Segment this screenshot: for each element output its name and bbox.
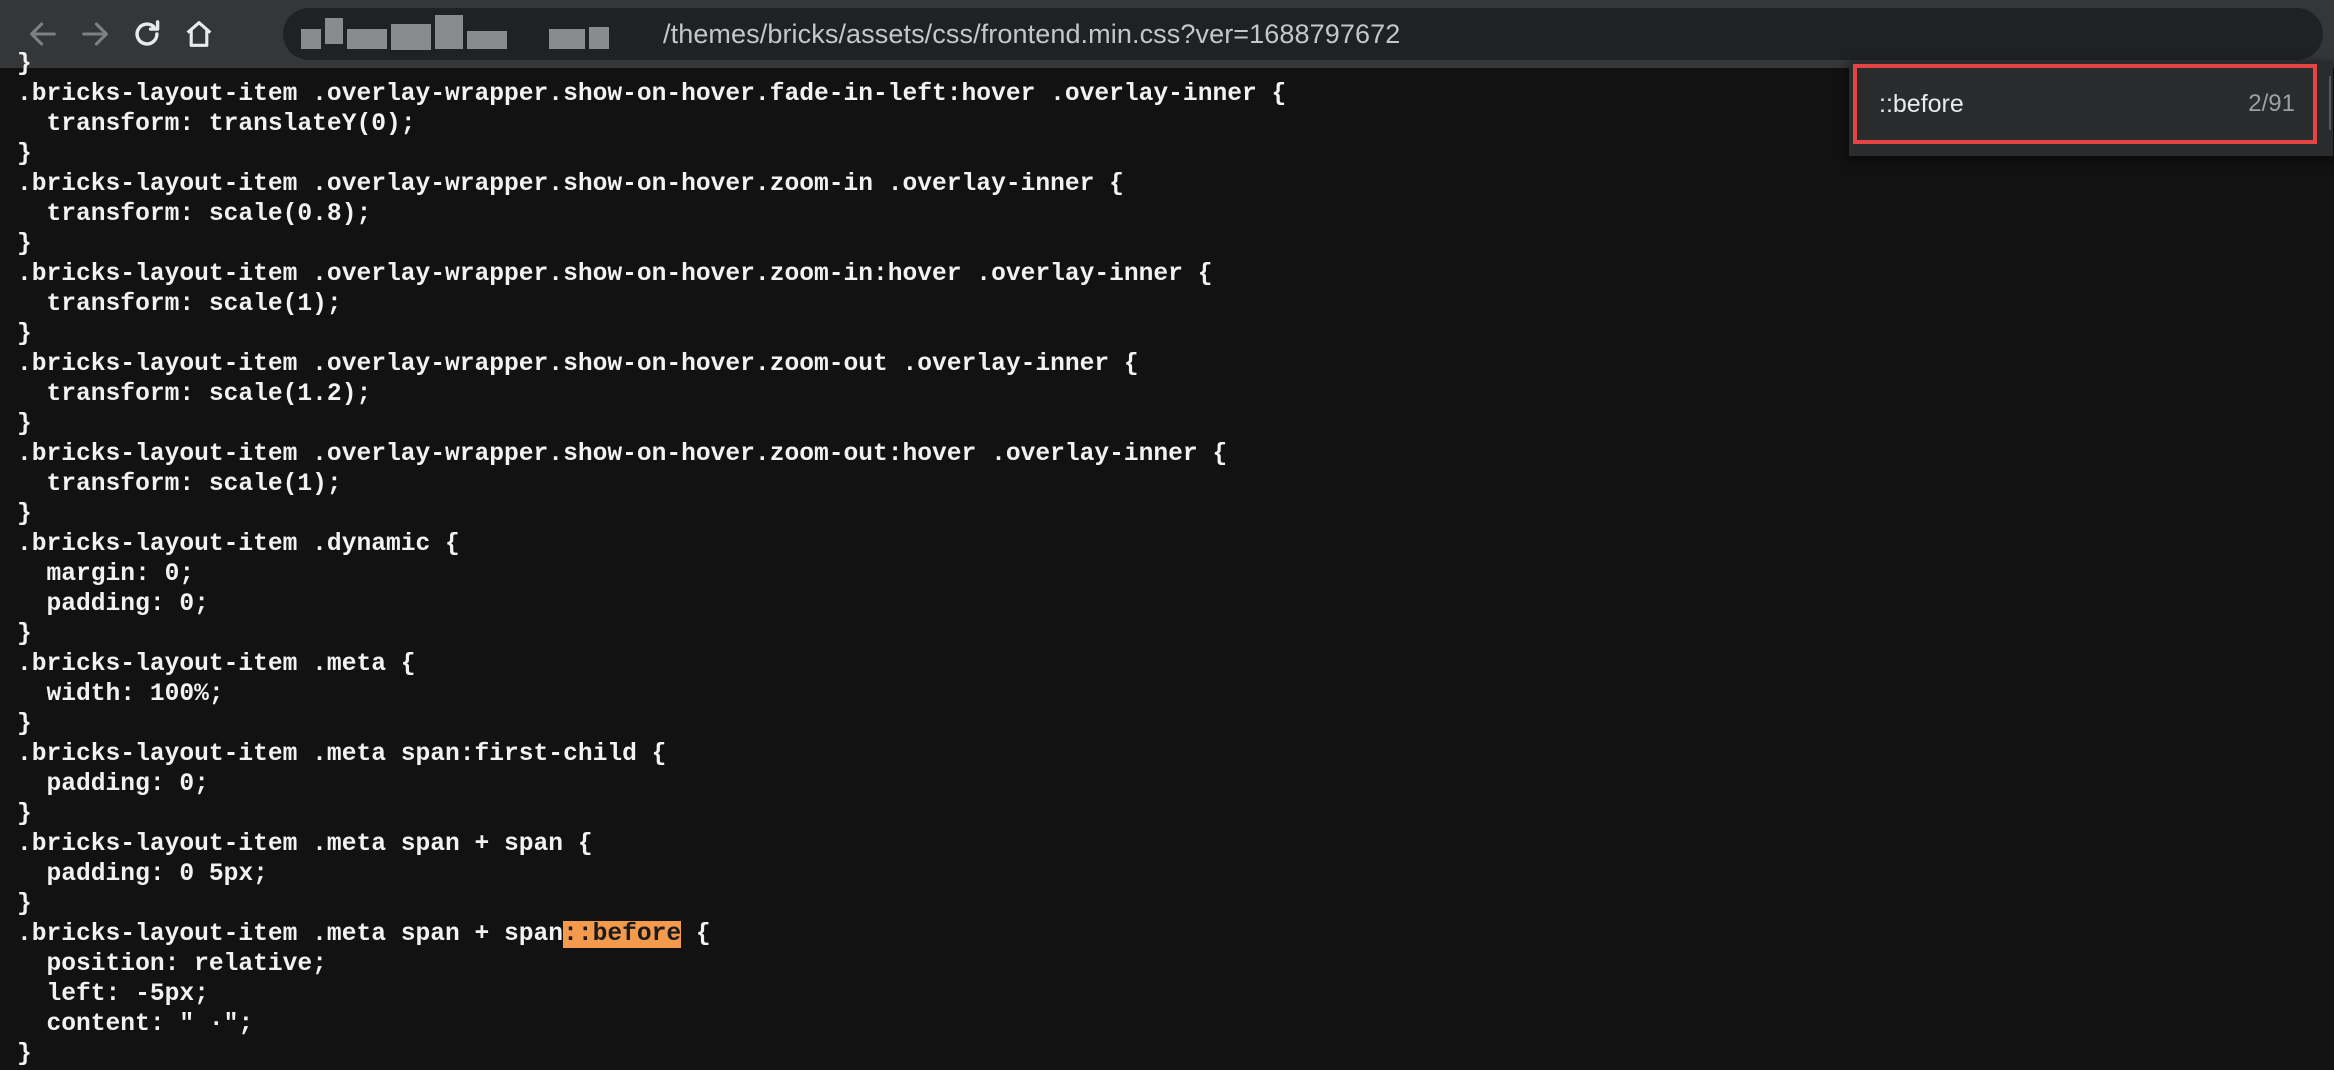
code-line: } bbox=[17, 621, 32, 648]
code-line: } bbox=[17, 51, 32, 78]
code-line: width: 100%; bbox=[17, 681, 224, 708]
arrow-right-icon bbox=[82, 22, 108, 46]
code-line: transform: scale(1); bbox=[17, 291, 342, 318]
code-line: transform: scale(1); bbox=[17, 471, 342, 498]
search-match-highlight: ::before bbox=[563, 921, 682, 948]
code-line: .bricks-layout-item .dynamic { bbox=[17, 531, 460, 558]
home-icon bbox=[186, 21, 212, 47]
code-line: .bricks-layout-item .overlay-wrapper.sho… bbox=[17, 81, 1287, 108]
find-divider bbox=[2329, 76, 2331, 130]
code-line: } bbox=[17, 411, 32, 438]
code-line: .bricks-layout-item .overlay-wrapper.sho… bbox=[17, 351, 1139, 378]
find-input-box[interactable]: ::before 2/91 bbox=[1853, 64, 2317, 144]
reload-icon bbox=[135, 20, 160, 46]
code-line: .bricks-layout-item .overlay-wrapper.sho… bbox=[17, 171, 1124, 198]
code-text: { bbox=[681, 921, 711, 948]
code-line: .bricks-layout-item .overlay-wrapper.sho… bbox=[17, 441, 1228, 468]
find-input[interactable]: ::before bbox=[1879, 90, 1964, 119]
code-line: padding: 0; bbox=[17, 591, 209, 618]
code-line: left: -5px; bbox=[17, 981, 209, 1008]
url-text: /themes/bricks/assets/css/frontend.min.c… bbox=[663, 18, 1401, 49]
code-line: } bbox=[17, 501, 32, 528]
code-line: } bbox=[17, 801, 32, 828]
code-line: } bbox=[17, 141, 32, 168]
code-line: } bbox=[17, 231, 32, 258]
find-bar: ::before 2/91 bbox=[1849, 60, 2333, 156]
code-line: padding: 0 5px; bbox=[17, 861, 268, 888]
code-line: .bricks-layout-item .meta span:first-chi… bbox=[17, 741, 667, 768]
code-line: transform: scale(1.2); bbox=[17, 381, 372, 408]
arrow-left-icon bbox=[30, 22, 56, 46]
code-line: } bbox=[17, 711, 32, 738]
css-source-view: } .bricks-layout-item .overlay-wrapper.sh… bbox=[17, 50, 1286, 1070]
code-text: .bricks-layout-item .meta span + span bbox=[17, 921, 564, 948]
code-line: content: " ·"; bbox=[17, 1011, 254, 1038]
code-line: position: relative; bbox=[17, 951, 327, 978]
code-line: .bricks-layout-item .meta span + span { bbox=[17, 831, 593, 858]
code-line: } bbox=[17, 1041, 32, 1068]
code-line: } bbox=[17, 321, 32, 348]
code-line: } bbox=[17, 891, 32, 918]
code-line: .bricks-layout-item .meta { bbox=[17, 651, 416, 678]
code-line: .bricks-layout-item .overlay-wrapper.sho… bbox=[17, 261, 1213, 288]
code-line: margin: 0; bbox=[17, 561, 195, 588]
code-line: .bricks-layout-item .meta span + span::b… bbox=[17, 920, 1286, 950]
find-match-count: 2/91 bbox=[2248, 90, 2295, 117]
code-line: transform: scale(0.8); bbox=[17, 201, 372, 228]
code-line: padding: 0; bbox=[17, 771, 209, 798]
code-line: transform: translateY(0); bbox=[17, 111, 416, 138]
